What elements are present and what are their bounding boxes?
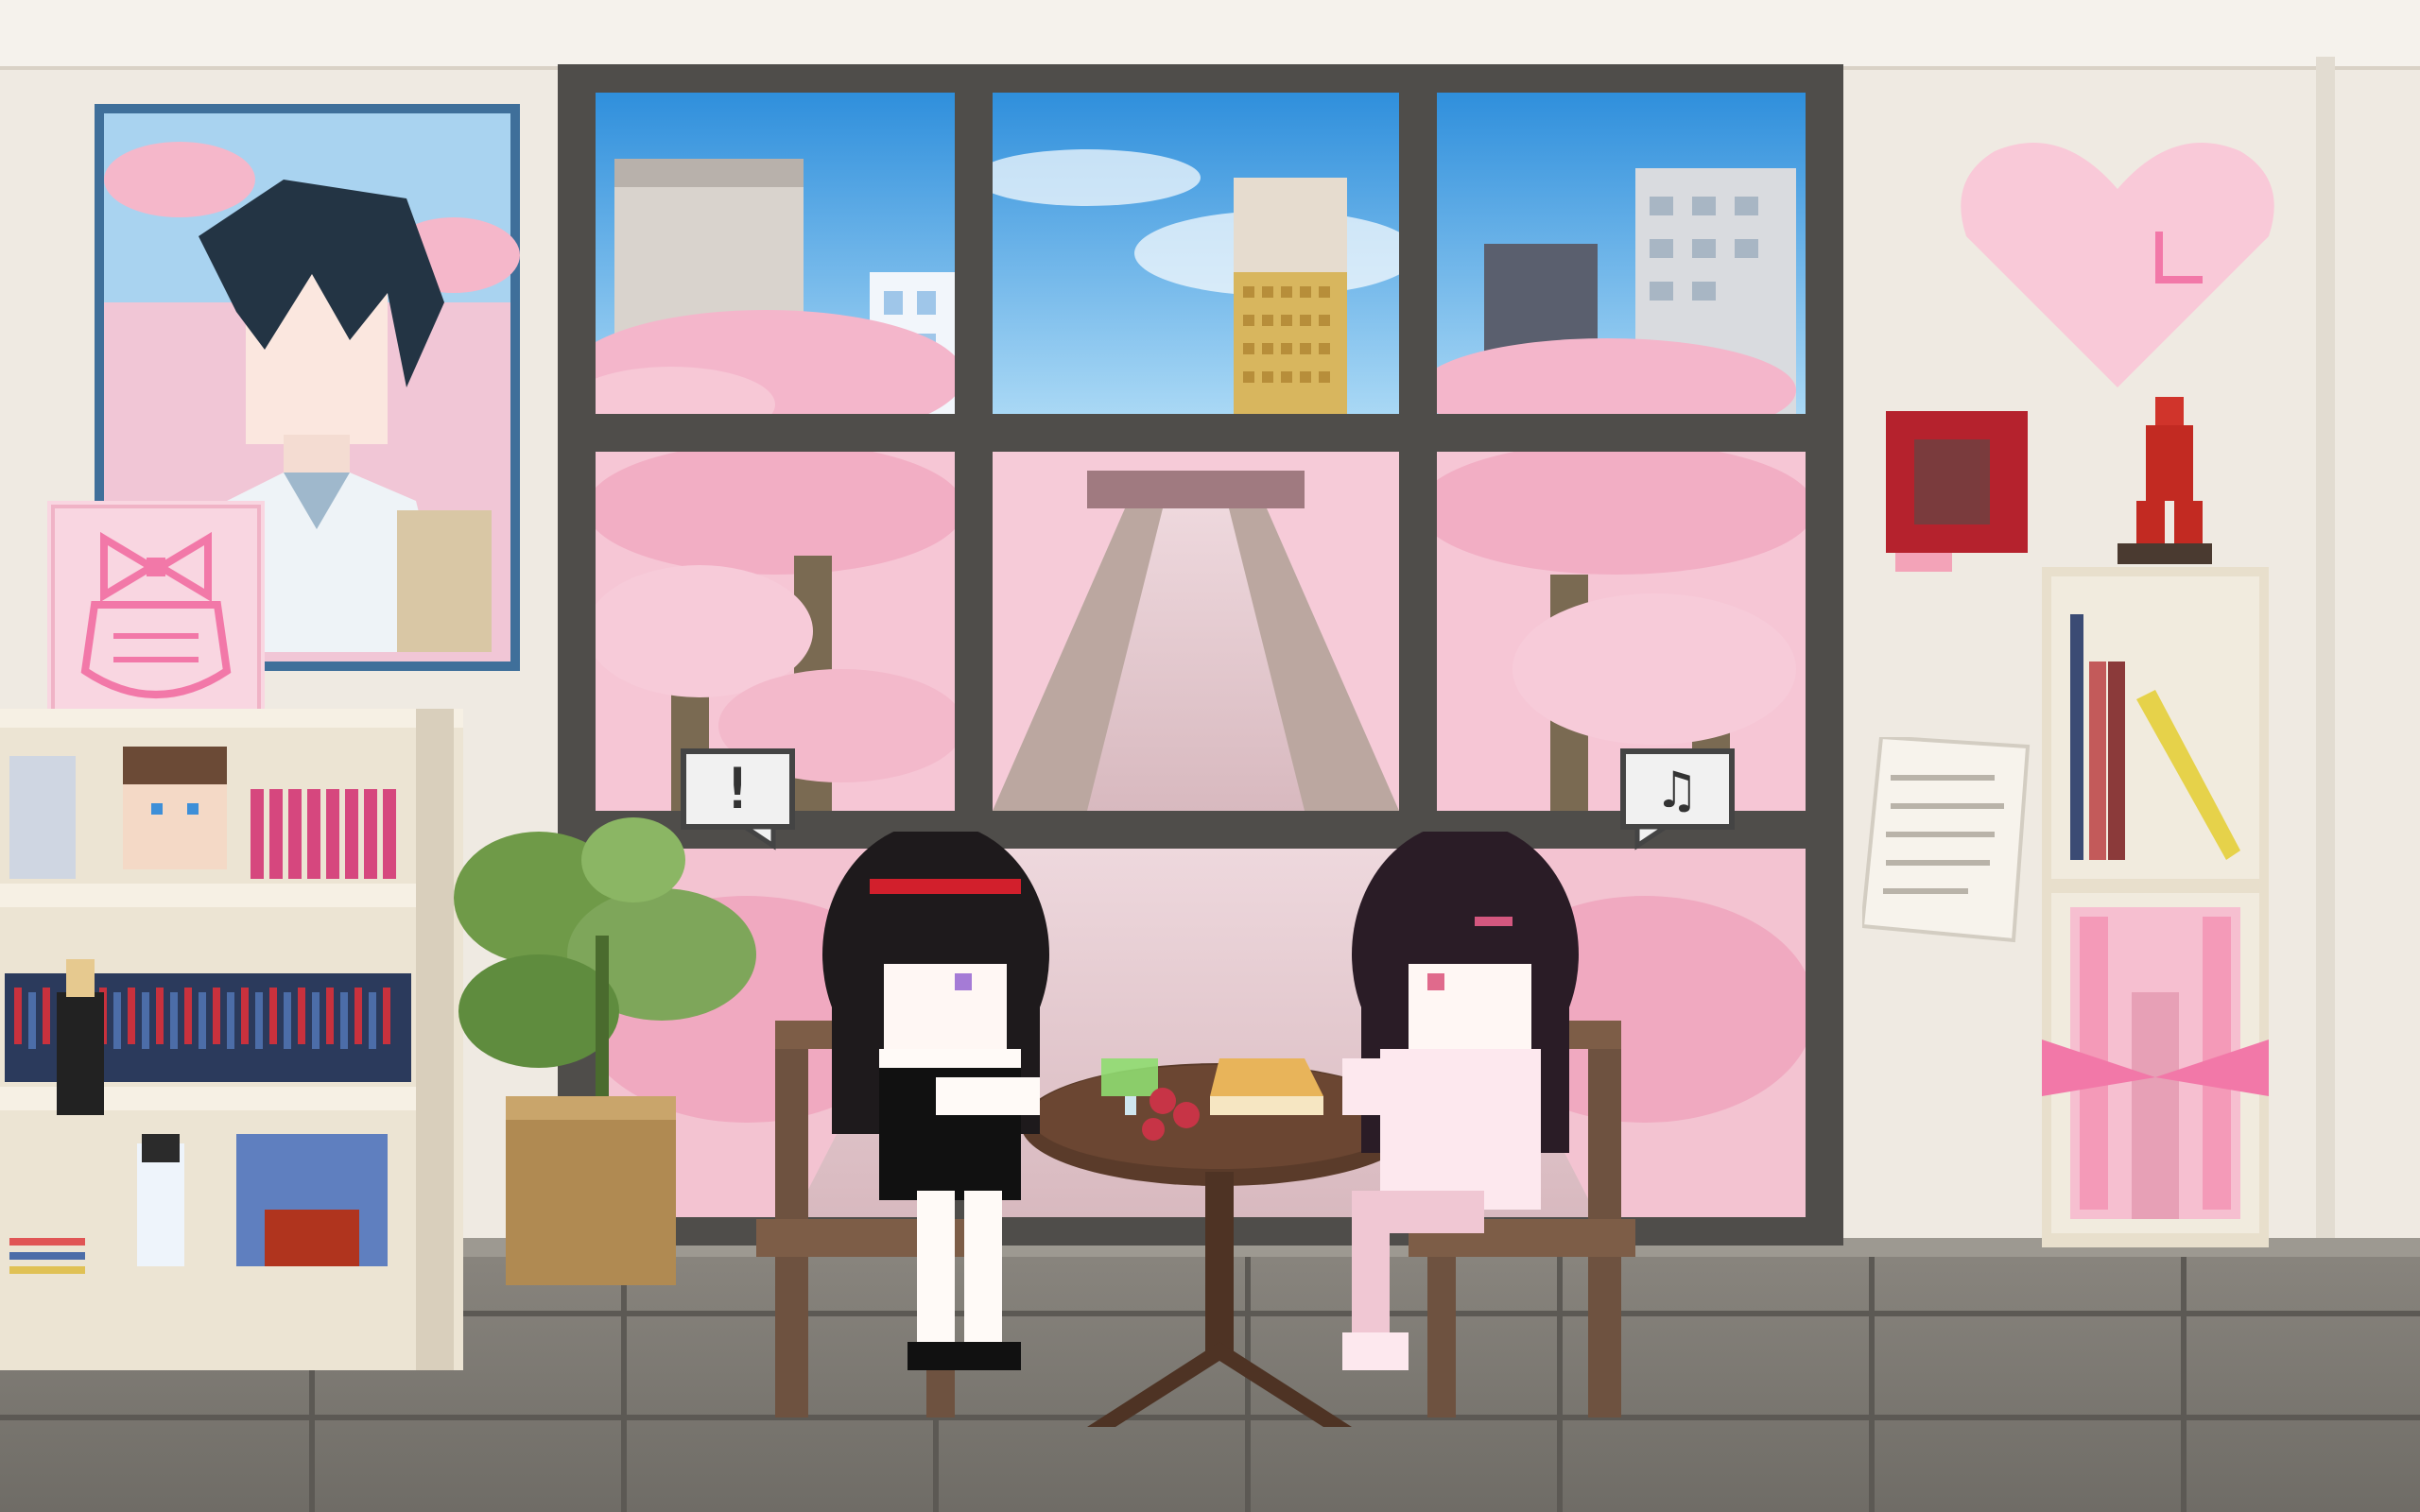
window-pane-middle-center xyxy=(993,452,1399,811)
character-girl-left xyxy=(822,832,1049,1370)
ribbon-card xyxy=(47,501,265,718)
music-note-icon: ♫ xyxy=(1661,760,1693,821)
paper-note xyxy=(1862,737,2031,943)
red-sticker xyxy=(1886,411,2028,572)
window-pane-middle-right xyxy=(1418,442,1815,811)
window-pane-top-right xyxy=(1418,93,1806,442)
window-pane-top-left xyxy=(567,93,964,442)
speech-bubble-right[interactable]: ♫ xyxy=(1618,747,1741,850)
ceiling xyxy=(0,0,2420,70)
red-figurine xyxy=(2118,397,2212,564)
speech-bubble-left[interactable]: ! xyxy=(679,747,802,850)
bookshelf-right xyxy=(2042,567,2269,1247)
character-girl-right xyxy=(1342,832,1579,1370)
window-pane-top-center xyxy=(974,93,1418,414)
wall-corner xyxy=(2316,57,2335,1238)
heart-clock xyxy=(1961,143,2274,387)
potted-plant xyxy=(454,817,756,1285)
exclamation-icon: ! xyxy=(720,756,754,822)
bookshelf-left xyxy=(0,709,463,1370)
